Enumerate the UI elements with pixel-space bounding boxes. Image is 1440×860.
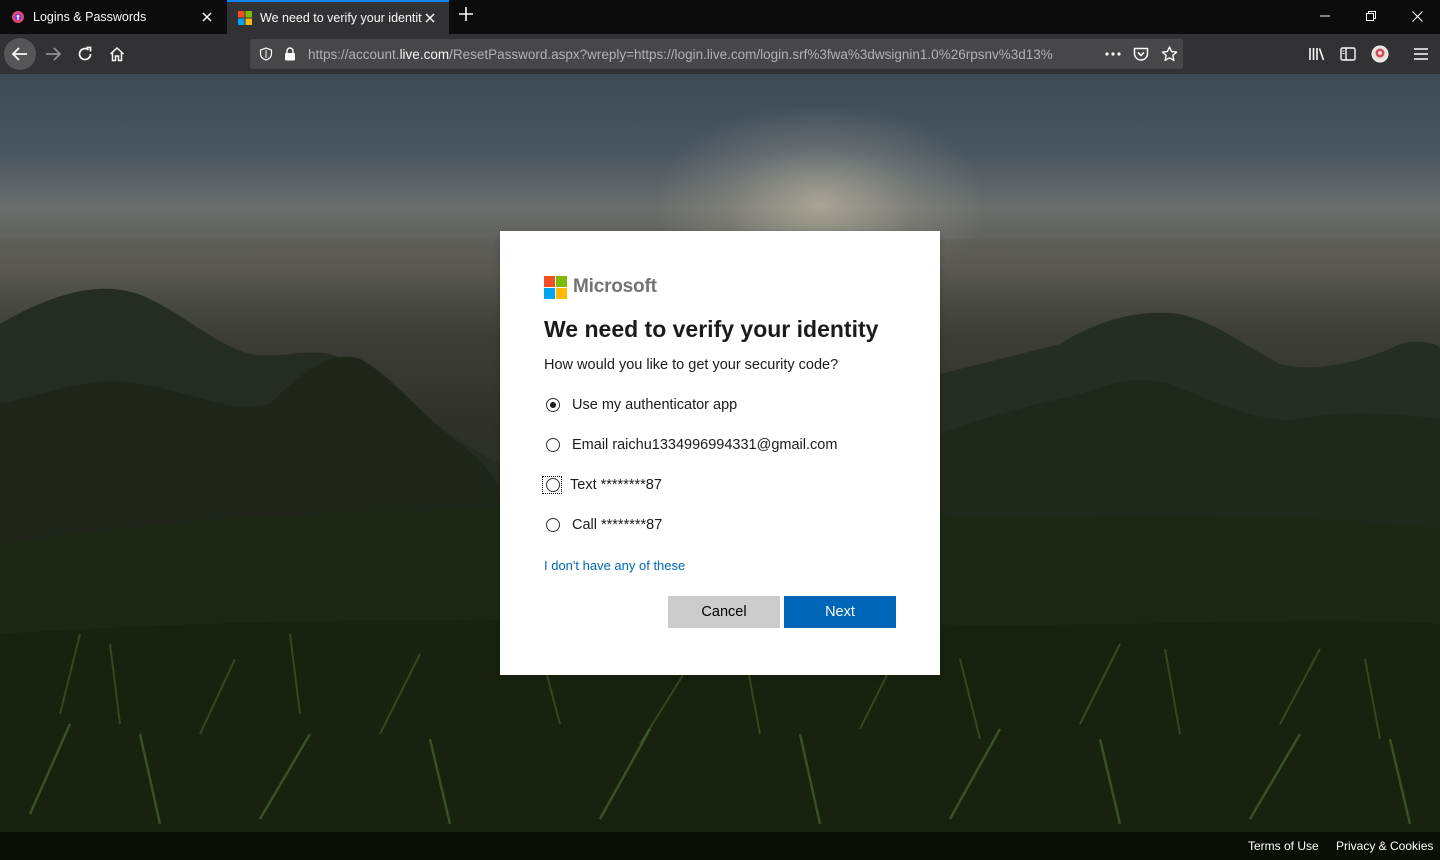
forward-button[interactable] xyxy=(37,38,69,70)
page-actions xyxy=(1099,39,1183,69)
radio-email[interactable] xyxy=(546,438,560,452)
tab-title: We need to verify your identity xyxy=(260,11,422,25)
close-tab-icon[interactable] xyxy=(422,9,439,27)
brand-name: Microsoft xyxy=(573,276,657,297)
tab-title: Logins & Passwords xyxy=(33,10,147,24)
tab-verify-identity[interactable]: We need to verify your identity xyxy=(227,0,449,34)
minimize-button[interactable] xyxy=(1302,0,1348,32)
microsoft-logo-icon xyxy=(544,275,567,299)
page-background: Terms of Use Privacy & Cookies Microsoft… xyxy=(0,74,1440,860)
url-domain: live.com xyxy=(399,46,450,62)
page-actions-menu-icon[interactable] xyxy=(1099,39,1127,69)
reload-icon xyxy=(78,46,92,61)
verify-identity-dialog: Microsoft We need to verify your identit… xyxy=(500,231,940,675)
back-button[interactable] xyxy=(4,38,36,70)
library-icon xyxy=(1309,48,1325,61)
pocket-icon[interactable] xyxy=(1127,39,1155,69)
privacy-cookies-link[interactable]: Privacy & Cookies xyxy=(1336,839,1433,853)
window-close-button[interactable] xyxy=(1394,0,1440,32)
dialog-title: We need to verify your identity xyxy=(544,316,879,342)
radio-text-focus-ring xyxy=(542,476,562,494)
reload-button[interactable] xyxy=(69,38,101,70)
address-bar[interactable]: https://account.live.com/ResetPassword.a… xyxy=(250,39,1183,69)
restore-button[interactable] xyxy=(1348,0,1394,32)
option-label: Email raichu1334996994331@gmail.com xyxy=(572,437,838,453)
tracking-protection-shield-icon[interactable] xyxy=(252,39,280,69)
option-label: Use my authenticator app xyxy=(572,397,738,413)
no-options-link[interactable]: I don't have any of these xyxy=(544,558,685,573)
dialog-subtitle: How would you like to get your security … xyxy=(544,357,839,373)
option-email[interactable]: Email raichu1334996994331@gmail.com xyxy=(544,433,837,457)
url-path: /ResetPassword.aspx?wreply=https://login… xyxy=(449,46,1053,62)
application-menu-button[interactable] xyxy=(1405,38,1437,70)
option-label: Text ********87 xyxy=(570,477,662,493)
option-text[interactable]: Text ********87 xyxy=(542,473,662,497)
navigation-toolbar: https://account.live.com/ResetPassword.a… xyxy=(0,34,1440,74)
cancel-button[interactable]: Cancel xyxy=(668,596,780,628)
option-call[interactable]: Call ********87 xyxy=(544,513,662,537)
home-button[interactable] xyxy=(101,38,133,70)
terms-of-use-link[interactable]: Terms of Use xyxy=(1248,839,1319,853)
footer-bar xyxy=(0,832,1440,860)
avatar-icon xyxy=(1371,45,1389,63)
next-button[interactable]: Next xyxy=(784,596,896,628)
home-icon xyxy=(109,46,125,62)
library-button[interactable] xyxy=(1301,38,1333,70)
back-arrow-icon xyxy=(11,47,27,61)
account-avatar[interactable] xyxy=(1364,38,1396,70)
hamburger-icon xyxy=(1414,48,1428,60)
bookmark-star-icon[interactable] xyxy=(1155,39,1183,69)
radio-authenticator-app[interactable] xyxy=(546,398,560,412)
radio-text[interactable] xyxy=(546,478,560,492)
lockwise-icon xyxy=(10,9,26,25)
option-label: Call ********87 xyxy=(572,517,663,533)
radio-call[interactable] xyxy=(546,518,560,532)
tab-logins-passwords[interactable]: Logins & Passwords xyxy=(0,0,226,34)
lock-icon[interactable] xyxy=(280,39,300,69)
sidebar-button[interactable] xyxy=(1332,38,1364,70)
new-tab-button[interactable] xyxy=(455,5,477,27)
microsoft-favicon xyxy=(237,10,253,26)
close-tab-icon[interactable] xyxy=(198,8,216,26)
tab-strip: Logins & Passwords We need to verify you… xyxy=(0,0,1440,34)
url-text[interactable]: https://account.live.com/ResetPassword.a… xyxy=(308,47,1068,62)
sidebar-icon xyxy=(1340,47,1356,61)
microsoft-logo: Microsoft xyxy=(544,275,657,299)
url-prefix: https://account. xyxy=(308,46,400,62)
option-authenticator-app[interactable]: Use my authenticator app xyxy=(544,393,737,417)
forward-arrow-icon xyxy=(46,47,62,61)
